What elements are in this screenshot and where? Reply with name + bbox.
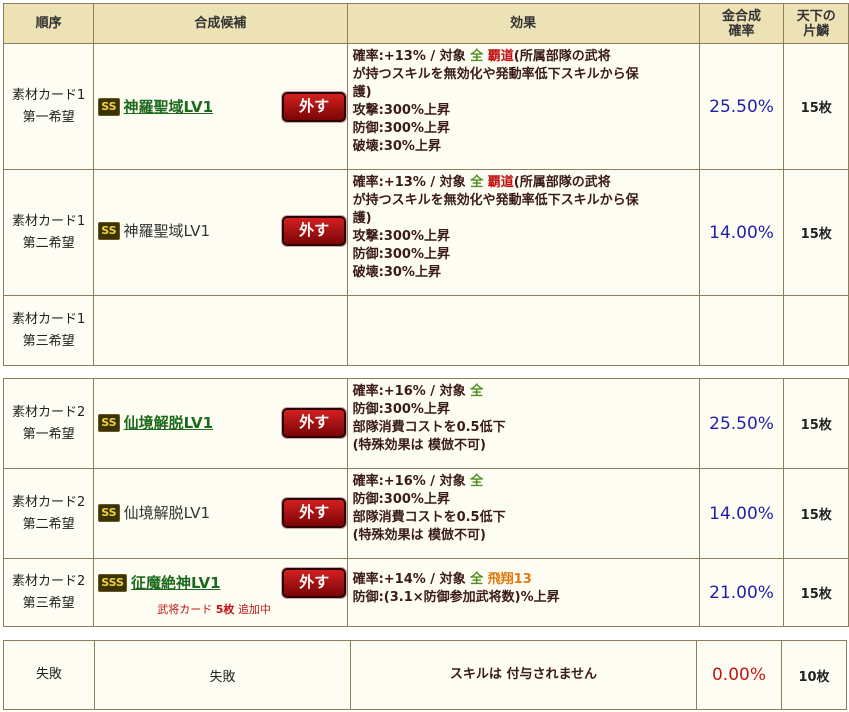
header-order: 順序 xyxy=(2,3,95,44)
skill-name: 神羅聖域LV1 xyxy=(123,222,211,240)
table-row: 素材カード2 第一希望 SS 仙境解脱LV1 外す 確率:+16% / 対象 全 … xyxy=(2,378,849,469)
rank-badge: SS xyxy=(98,97,120,116)
effect-cell: 確率:+13% / 対象 全 覇道(所属部隊の武将 が持つスキルを無効化や発動率… xyxy=(346,169,700,296)
rank-badge: SSS xyxy=(98,573,127,592)
header-effect: 効果 xyxy=(346,3,700,44)
pieces-cell: 15枚 xyxy=(783,43,849,170)
header-rate: 金合成 確率 xyxy=(698,3,785,44)
rate-cell: 14.00% xyxy=(698,169,785,296)
remove-button[interactable]: 外す xyxy=(282,568,347,598)
added-cards-note: 武将カード 5枚 追加中 xyxy=(157,603,271,616)
effect-cell: スキルは 付与されません xyxy=(350,640,697,710)
effect-cell: 確率:+16% / 対象 全 防御:300%上昇 部隊消費コストを0.5低下 (… xyxy=(346,378,700,469)
effect-cell: 確率:+14% / 対象 全 飛翔13 防御:(3.1×防御参加武将数)%上昇 xyxy=(346,558,700,627)
pieces-cell: 15枚 xyxy=(783,468,849,559)
synthesis-table-failure: 失敗 失敗 スキルは 付与されません 0.00% 10枚 xyxy=(3,640,847,710)
rank-badge: SS xyxy=(98,221,120,240)
rate-cell xyxy=(698,295,785,366)
pieces-cell: 15枚 xyxy=(783,169,849,296)
skill-name-link[interactable]: 神羅聖域LV1 xyxy=(124,96,214,117)
skill-name: 仙境解脱LV1 xyxy=(123,504,211,522)
skill-name-link[interactable]: 征魔絶神LV1 xyxy=(131,572,221,593)
order-cell: 素材カード2 第二希望 xyxy=(2,468,95,559)
effect-cell: 確率:+16% / 対象 全 防御:300%上昇 部隊消費コストを0.5低下 (… xyxy=(346,468,700,559)
synthesis-table-card1: 順序 合成候補 効果 金合成 確率 天下の 片鱗 素材カード1 第一希望 SS 神羅聖… xyxy=(2,3,849,366)
rate-cell: 25.50% xyxy=(698,43,785,170)
rank-badge: SS xyxy=(98,413,120,432)
remove-button[interactable]: 外す xyxy=(282,216,347,246)
table-row: 素材カード1 第三希望 xyxy=(2,295,849,366)
skill-name-link[interactable]: 仙境解脱LV1 xyxy=(124,412,214,433)
remove-button[interactable]: 外す xyxy=(282,498,347,528)
header-candidate: 合成候補 xyxy=(93,3,348,44)
order-cell: 素材カード1 第三希望 xyxy=(2,295,95,366)
pieces-cell: 10枚 xyxy=(781,640,847,710)
header-pieces: 天下の 片鱗 xyxy=(783,3,849,44)
order-cell: 失敗 xyxy=(3,640,95,710)
order-cell: 素材カード1 第二希望 xyxy=(2,169,95,296)
effect-cell xyxy=(346,295,700,366)
candidate-cell: SS 神羅聖域LV1 外す xyxy=(93,43,348,170)
candidate-cell: SS 神羅聖域LV1 外す xyxy=(93,169,348,296)
rate-cell: 0.00% xyxy=(696,640,782,710)
remove-button[interactable]: 外す xyxy=(282,408,347,438)
order-cell: 素材カード1 第一希望 xyxy=(2,43,95,170)
rate-cell: 14.00% xyxy=(698,468,785,559)
pieces-cell xyxy=(783,295,849,366)
order-cell: 素材カード2 第一希望 xyxy=(2,378,95,469)
pieces-cell: 15枚 xyxy=(783,558,849,627)
rank-badge: SS xyxy=(98,503,120,522)
rate-cell: 21.00% xyxy=(698,558,785,627)
table-row: 素材カード1 第二希望 SS 神羅聖域LV1 外す 確率:+13% / 対象 全 … xyxy=(2,169,849,296)
remove-button[interactable]: 外す xyxy=(282,92,347,122)
candidate-cell: SS 仙境解脱LV1 外す xyxy=(93,378,348,469)
synthesis-table-card2: 素材カード2 第一希望 SS 仙境解脱LV1 外す 確率:+16% / 対象 全 … xyxy=(2,378,849,627)
rate-cell: 25.50% xyxy=(698,378,785,469)
candidate-cell: SS 仙境解脱LV1 外す xyxy=(93,468,348,559)
candidate-cell xyxy=(93,295,348,366)
table-row: 失敗 失敗 スキルは 付与されません 0.00% 10枚 xyxy=(3,640,847,710)
header-row: 順序 合成候補 効果 金合成 確率 天下の 片鱗 xyxy=(2,3,849,44)
candidate-cell: SSS 征魔絶神LV1 武将カード 5枚 追加中 外す xyxy=(93,558,348,627)
effect-cell: 確率:+13% / 対象 全 覇道(所属部隊の武将 が持つスキルを無効化や発動率… xyxy=(346,43,700,170)
table-row: 素材カード2 第二希望 SS 仙境解脱LV1 外す 確率:+16% / 対象 全 … xyxy=(2,468,849,559)
table-row: 素材カード1 第一希望 SS 神羅聖域LV1 外す 確率:+13% / 対象 全 … xyxy=(2,43,849,170)
order-cell: 素材カード2 第三希望 xyxy=(2,558,95,627)
pieces-cell: 15枚 xyxy=(783,378,849,469)
candidate-cell: 失敗 xyxy=(94,640,351,710)
table-row: 素材カード2 第三希望 SSS 征魔絶神LV1 武将カード 5枚 追加中 外す 確… xyxy=(2,558,849,627)
